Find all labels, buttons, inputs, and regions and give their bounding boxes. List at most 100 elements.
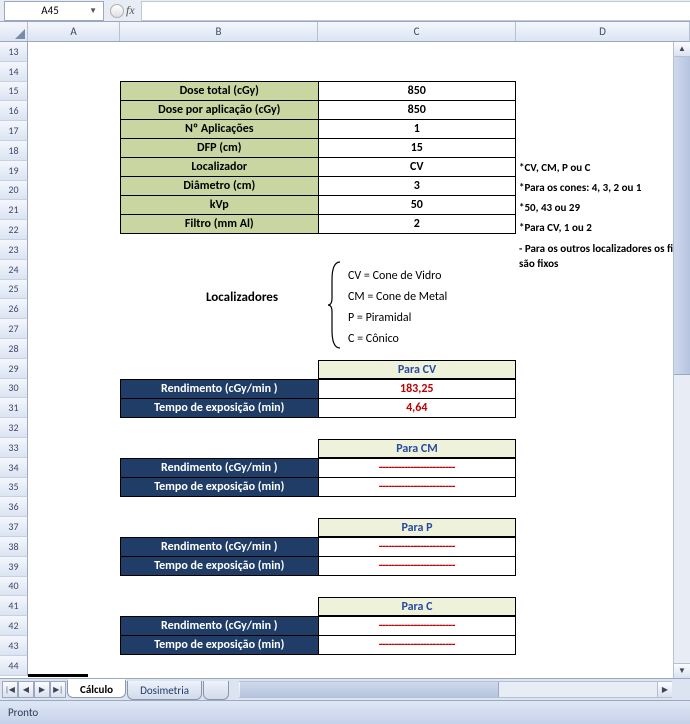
row-header-37[interactable]: 37 xyxy=(0,517,28,537)
result-header: Para CM xyxy=(318,439,516,458)
localizadores-title: Localizadores xyxy=(206,290,278,305)
horizontal-scrollbar[interactable]: ◀ ▶ xyxy=(239,681,672,698)
row-header-43[interactable]: 43 xyxy=(0,636,28,656)
brace-icon xyxy=(328,260,342,350)
chevron-down-icon[interactable]: ▼ xyxy=(89,6,97,16)
row-header-34[interactable]: 34 xyxy=(0,458,28,478)
spreadsheet-grid[interactable]: 1314151617181920212223242526272829303132… xyxy=(0,42,690,678)
param-value[interactable]: 2 xyxy=(318,215,515,234)
row-header-19[interactable]: 19 xyxy=(0,161,28,181)
row-header-38[interactable]: 38 xyxy=(0,537,28,557)
tab-calculo[interactable]: Cálculo xyxy=(67,679,126,698)
param-label: Localizador xyxy=(121,158,319,177)
row-header-33[interactable]: 33 xyxy=(0,438,28,458)
formula-input[interactable] xyxy=(141,1,690,21)
param-value[interactable]: CV xyxy=(318,158,515,177)
param-value[interactable]: 15 xyxy=(318,139,515,158)
row-header-23[interactable]: 23 xyxy=(0,240,28,260)
result-label: Tempo de exposição (min) xyxy=(121,636,319,655)
param-value[interactable]: 1 xyxy=(318,120,515,139)
formula-bar: A45 ▼ fx xyxy=(0,0,690,22)
note-filtro: *Para CV, 1 ou 2 xyxy=(519,221,592,234)
param-label: Nº Aplicações xyxy=(121,120,319,139)
status-bar: Pronto xyxy=(0,700,690,724)
param-value[interactable]: 850 xyxy=(318,82,515,101)
row-header-21[interactable]: 21 xyxy=(0,200,28,220)
param-value[interactable]: 850 xyxy=(318,101,515,120)
result-value: 183,25 xyxy=(318,380,515,399)
row-header-40[interactable]: 40 xyxy=(0,577,28,597)
tab-new-icon[interactable] xyxy=(203,681,229,700)
result-value: ------------------------ xyxy=(318,459,515,478)
result-label: Rendimento (cGy/min ) xyxy=(121,459,319,478)
note-kvp: *50, 43 ou 29 xyxy=(519,201,580,214)
tab-prev-icon[interactable]: ◀ xyxy=(18,681,34,698)
row-header-14[interactable]: 14 xyxy=(0,62,28,82)
row-header-25[interactable]: 25 xyxy=(0,280,28,300)
param-label: DFP (cm) xyxy=(121,139,319,158)
param-value[interactable]: 3 xyxy=(318,177,515,196)
cancel-icon[interactable] xyxy=(110,4,124,18)
tab-nav: |◀ ◀ ▶ ▶| xyxy=(2,681,66,698)
row-header-44[interactable]: 44 xyxy=(0,656,28,676)
row-header-35[interactable]: 35 xyxy=(0,478,28,498)
col-header-a[interactable]: A xyxy=(28,22,120,41)
localizador-item: C = Cônico xyxy=(348,329,447,350)
tab-next-icon[interactable]: ▶ xyxy=(34,681,50,698)
tab-last-icon[interactable]: ▶| xyxy=(50,681,66,698)
vscroll-thumb[interactable] xyxy=(674,57,690,375)
row-header-30[interactable]: 30 xyxy=(0,379,28,399)
result-label: Tempo de exposição (min) xyxy=(121,557,319,576)
note-outros: - Para os outros localizadores os filtro… xyxy=(519,241,690,271)
row-header-28[interactable]: 28 xyxy=(0,339,28,359)
scroll-right-icon[interactable]: ▶ xyxy=(657,682,672,697)
select-all-corner[interactable] xyxy=(0,22,28,41)
row-header-22[interactable]: 22 xyxy=(0,220,28,240)
row-header-41[interactable]: 41 xyxy=(0,596,28,616)
result-label: Tempo de exposição (min) xyxy=(121,399,319,418)
scroll-up-icon[interactable]: ▲ xyxy=(674,42,690,57)
vertical-scrollbar[interactable]: ▲ ▼ xyxy=(673,42,690,678)
column-headers: A B C D xyxy=(0,22,690,42)
col-header-b[interactable]: B xyxy=(120,22,318,41)
result-label: Rendimento (cGy/min ) xyxy=(121,380,319,399)
row-header-17[interactable]: 17 xyxy=(0,121,28,141)
row-header-24[interactable]: 24 xyxy=(0,260,28,280)
localizador-item: CV = Cone de Vidro xyxy=(348,266,447,287)
row-header-13[interactable]: 13 xyxy=(0,42,28,62)
result-value: ------------------------ xyxy=(318,617,515,636)
row-header-36[interactable]: 36 xyxy=(0,497,28,517)
col-header-d[interactable]: D xyxy=(516,22,690,41)
row-header-39[interactable]: 39 xyxy=(0,557,28,577)
row-header-42[interactable]: 42 xyxy=(0,616,28,636)
result-value: ------------------------ xyxy=(318,538,515,557)
row-header-31[interactable]: 31 xyxy=(0,398,28,418)
result-value: 4,64 xyxy=(318,399,515,418)
col-header-c[interactable]: C xyxy=(318,22,516,41)
row-header-27[interactable]: 27 xyxy=(0,319,28,339)
param-label: Dose total (cGy) xyxy=(121,82,319,101)
result-header: Para CV xyxy=(318,360,516,379)
result-value: ------------------------ xyxy=(318,557,515,576)
row-header-32[interactable]: 32 xyxy=(0,418,28,438)
tab-dosimetria[interactable]: Dosimetria xyxy=(127,681,202,700)
param-label: Dose por aplicação (cGy) xyxy=(121,101,319,120)
hscroll-thumb[interactable] xyxy=(240,682,499,697)
localizador-item: P = Piramidal xyxy=(348,308,447,329)
result-block: Para CVRendimento (cGy/min )183,25Tempo … xyxy=(120,360,516,418)
sheet-content: Dose total (cGy)850Dose por aplicação (c… xyxy=(28,42,690,678)
row-header-29[interactable]: 29 xyxy=(0,359,28,379)
param-value[interactable]: 50 xyxy=(318,196,515,215)
fx-icon[interactable]: fx xyxy=(126,3,135,18)
row-headers: 1314151617181920212223242526272829303132… xyxy=(0,42,28,676)
row-header-20[interactable]: 20 xyxy=(0,181,28,201)
param-label: kVp xyxy=(121,196,319,215)
tab-first-icon[interactable]: |◀ xyxy=(2,681,18,698)
param-label: Filtro (mm Al) xyxy=(121,215,319,234)
row-header-26[interactable]: 26 xyxy=(0,299,28,319)
row-header-16[interactable]: 16 xyxy=(0,101,28,121)
name-box[interactable]: A45 ▼ xyxy=(4,1,104,21)
scroll-down-icon[interactable]: ▼ xyxy=(674,663,690,678)
row-header-18[interactable]: 18 xyxy=(0,141,28,161)
row-header-15[interactable]: 15 xyxy=(0,82,28,102)
